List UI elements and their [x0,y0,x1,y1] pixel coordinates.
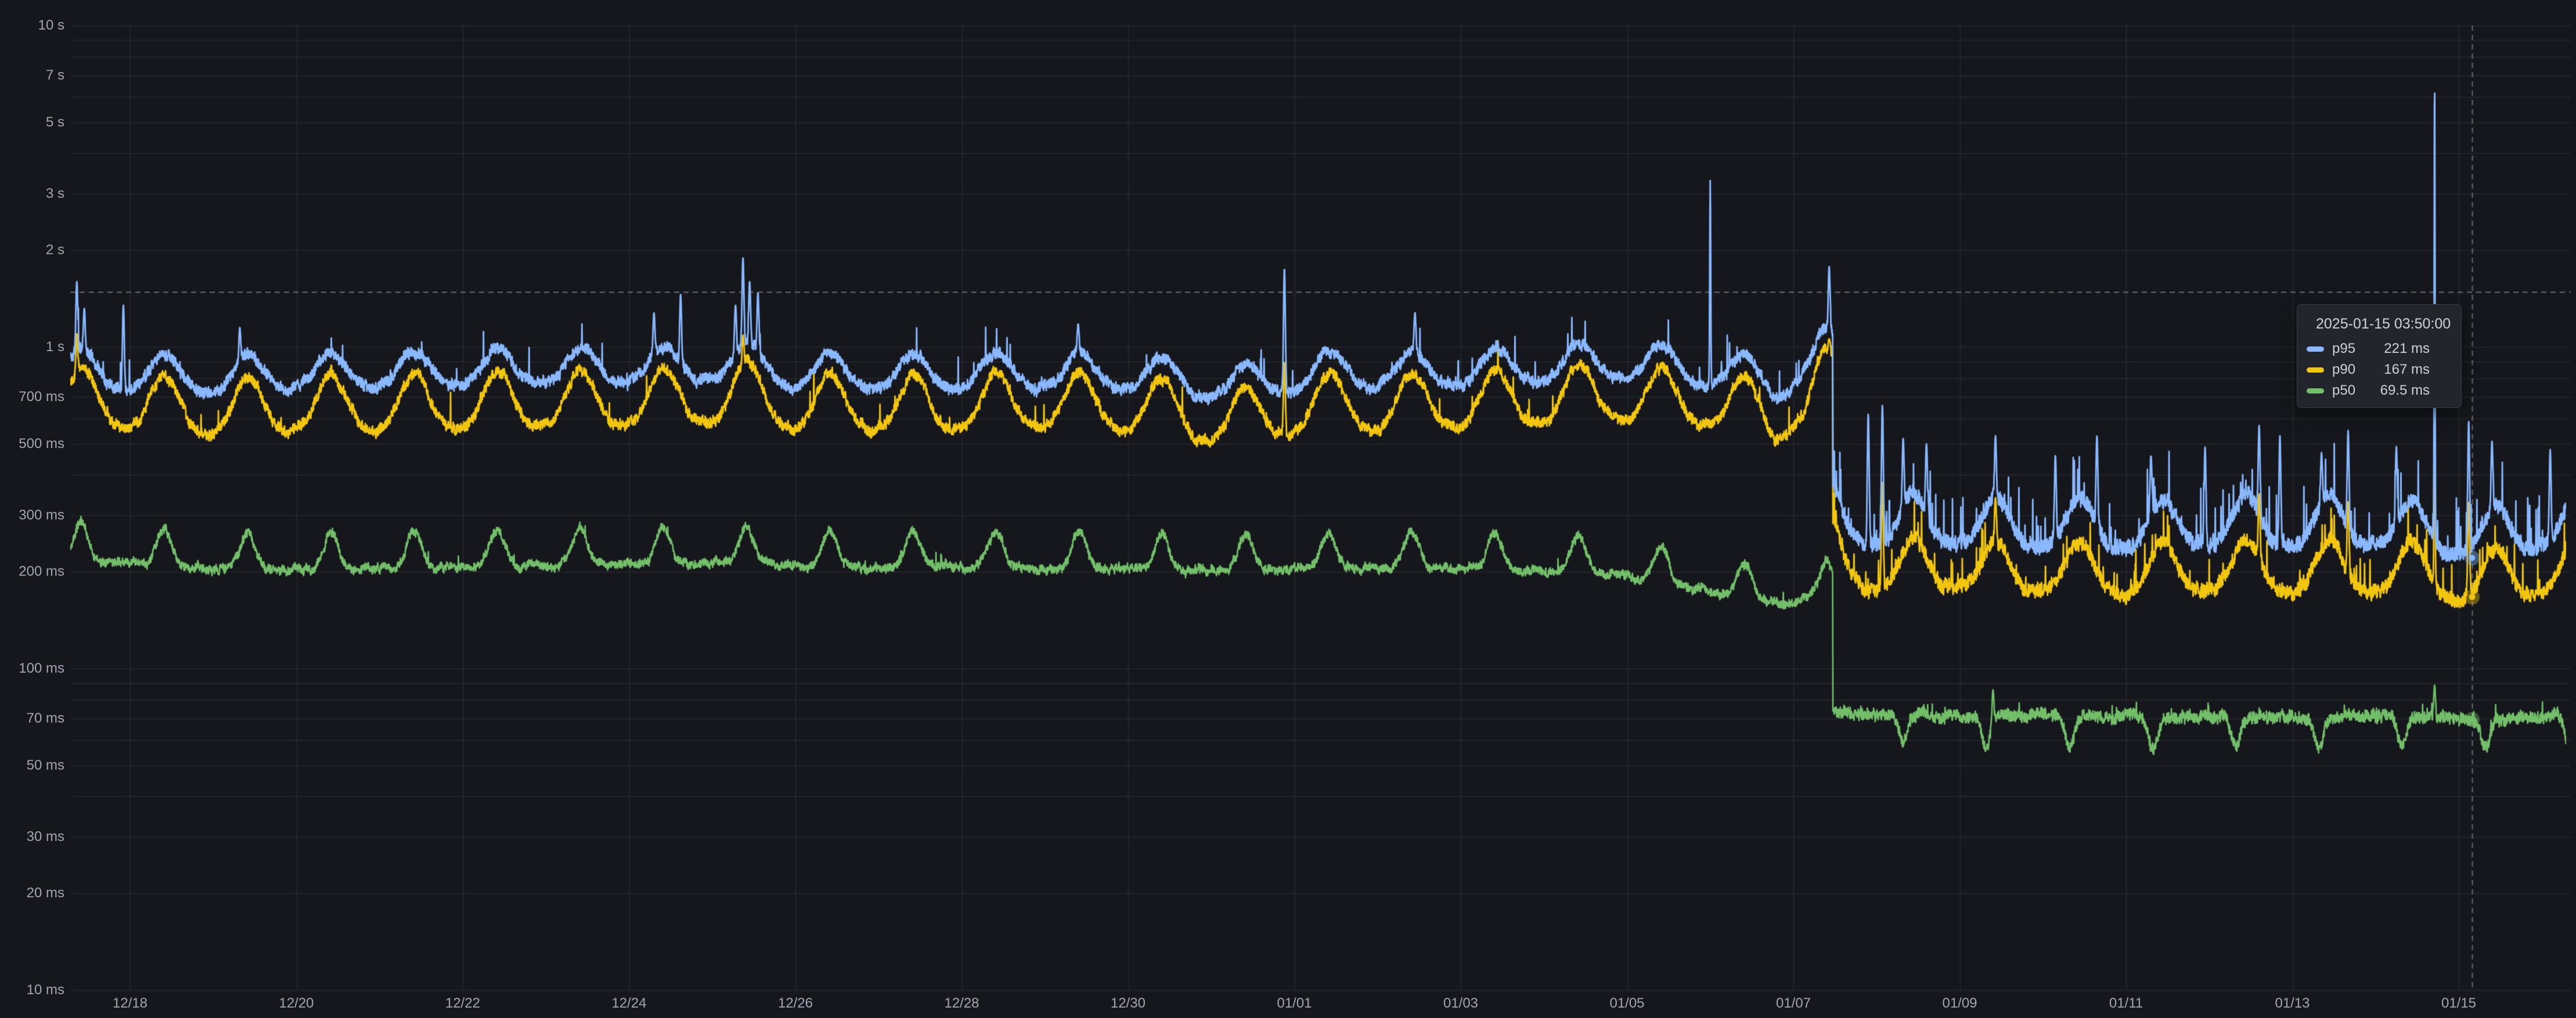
x-axis-tick-label: 12/28 [921,996,1003,1011]
y-axis-tick-label: 50 ms [3,758,64,773]
p50-series-value: 69.5 ms [2380,382,2430,399]
p90-series-label: p90 [2332,362,2355,378]
p50-series-label: p50 [2332,382,2355,399]
y-axis-tick-label: 3 s [3,186,64,201]
y-axis-tick-label: 300 ms [3,508,64,523]
y-axis-tick-label: 10 s [3,18,64,33]
tooltip-timestamp: 2025-01-15 03:50:00 [2316,315,2449,333]
timeseries-plot-canvas[interactable] [0,0,2576,1018]
y-axis-tick-label: 30 ms [3,829,64,844]
p50-series-swatch [2307,388,2324,394]
x-axis-tick-label: 01/15 [2418,996,2499,1011]
x-axis-tick-label: 01/05 [1587,996,1668,1011]
y-axis-tick-label: 200 ms [3,564,64,579]
x-axis-tick-label: 01/07 [1753,996,1834,1011]
x-axis-tick-label: 12/30 [1087,996,1169,1011]
y-axis-tick-label: 1 s [3,340,64,355]
y-axis-tick-label: 20 ms [3,886,64,901]
y-axis-tick-label: 700 ms [3,389,64,405]
y-axis-tick-label: 10 ms [3,983,64,998]
x-axis-tick-label: 12/26 [755,996,836,1011]
x-axis-tick-label: 12/20 [256,996,337,1011]
x-axis-tick-label: 01/13 [2252,996,2333,1011]
p90-series-value: 167 ms [2384,362,2430,378]
x-axis-tick-label: 01/09 [1919,996,2001,1011]
x-axis-tick-label: 01/03 [1420,996,1501,1011]
p90-series-swatch [2307,367,2324,373]
chart-tooltip: 2025-01-15 03:50:00 p95 221 ms p90 167 m… [2297,304,2462,408]
x-axis-tick-label: 01/01 [1254,996,1335,1011]
tooltip-row-p50: p50 69.5 ms [2307,380,2449,401]
p95-series-value: 221 ms [2384,341,2430,357]
y-axis-tick-label: 2 s [3,243,64,258]
tooltip-row-p95: p95 221 ms [2307,338,2449,359]
x-axis-tick-label: 01/11 [2085,996,2167,1011]
y-axis-tick-label: 5 s [3,115,64,130]
p95-series-swatch [2307,346,2324,352]
p95-series-label: p95 [2332,341,2355,357]
timeseries-panel: 10 s 7 s 5 s 3 s 2 s 1 s 700 ms 500 ms 300 ms 200… [0,0,2576,1018]
y-axis-tick-label: 7 s [3,68,64,83]
y-axis-tick-label: 70 ms [3,711,64,726]
x-axis-tick-label: 12/18 [89,996,171,1011]
x-axis-tick-label: 12/22 [422,996,503,1011]
x-axis-tick-label: 12/24 [589,996,670,1011]
y-axis-tick-label: 500 ms [3,436,64,452]
y-axis-tick-label: 100 ms [3,661,64,676]
tooltip-row-p90: p90 167 ms [2307,359,2449,380]
